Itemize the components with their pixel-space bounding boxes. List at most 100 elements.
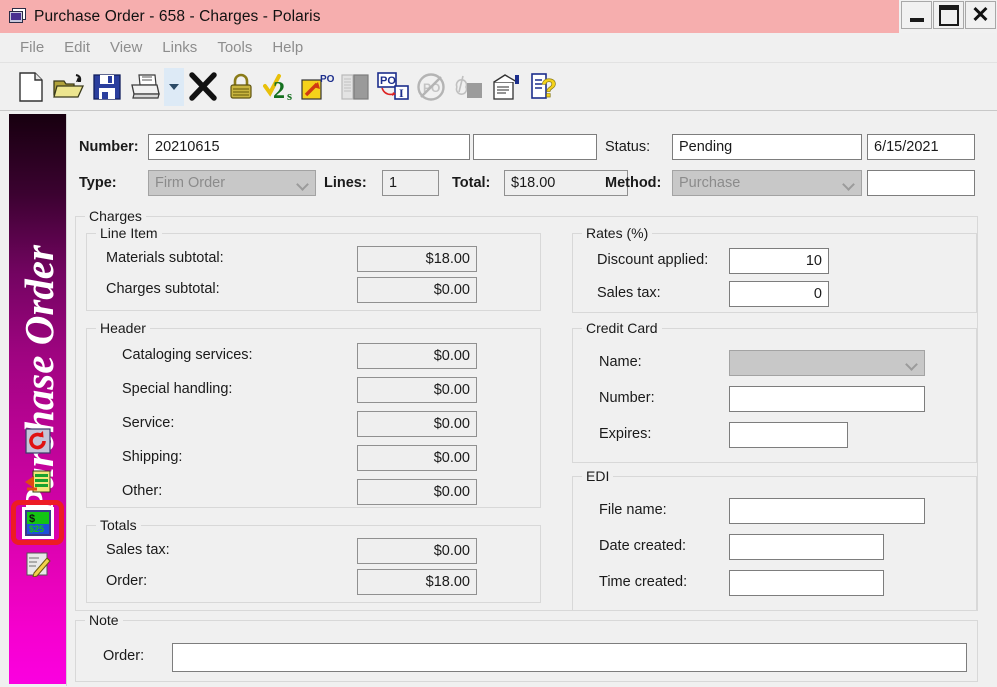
sidebar-item-charges[interactable]: $ $25 — [9, 500, 66, 545]
print-icon[interactable] — [126, 68, 164, 106]
row-edi-file-name: File name: — [599, 502, 667, 518]
menu-item-help[interactable]: Help — [262, 37, 313, 58]
number-label: Number: — [79, 139, 139, 155]
chevron-down-icon — [844, 180, 853, 186]
credit-card-name-dropdown[interactable] — [729, 350, 925, 376]
title-bar: Purchase Order - 658 - Charges - Polaris… — [0, 0, 997, 33]
properties-icon[interactable] — [488, 68, 526, 106]
materials-subtotal-label: Materials subtotal: — [106, 250, 224, 266]
totals-order-value[interactable]: $18.00 — [357, 569, 477, 595]
row-other: Other: — [122, 483, 162, 499]
date-input[interactable]: 6/15/2021 — [867, 134, 975, 160]
service-label: Service: — [122, 415, 175, 431]
svg-text:$25: $25 — [29, 524, 44, 534]
discount-applied-input[interactable]: 10 — [729, 248, 829, 274]
method-secondary-input[interactable] — [867, 170, 975, 196]
method-dropdown[interactable]: Purchase — [672, 170, 862, 196]
header-row-number: Number: 20210615 Status: Pending 6/15/20… — [67, 130, 990, 164]
note-order-input[interactable] — [172, 643, 967, 672]
note-group-title: Note — [85, 612, 123, 628]
special-handling-value[interactable]: $0.00 — [357, 377, 477, 403]
charges-subtotal-value[interactable]: $0.00 — [357, 277, 477, 303]
totals-sales-tax-value[interactable]: $0.00 — [357, 538, 477, 564]
credit-card-name-label: Name: — [599, 354, 642, 370]
rates-group-title: Rates (%) — [582, 225, 653, 241]
menu-item-tools[interactable]: Tools — [207, 37, 262, 58]
materials-subtotal-value[interactable]: $18.00 — [357, 246, 477, 272]
link-disabled-icon — [450, 68, 488, 106]
total-label: Total: — [452, 175, 491, 191]
sidebar-item-line-items[interactable] — [9, 461, 66, 502]
po-invoice-icon[interactable]: PO I — [374, 68, 412, 106]
history-icon — [24, 427, 51, 454]
row-charges-subtotal: Charges subtotal: — [106, 281, 220, 297]
method-label: Method: — [605, 175, 662, 191]
sidebar-item-notes[interactable] — [9, 543, 66, 584]
number-secondary-input[interactable] — [473, 134, 597, 160]
shipping-value[interactable]: $0.00 — [357, 445, 477, 471]
send-po-icon[interactable]: PO — [298, 68, 336, 106]
edi-file-name-label: File name: — [599, 502, 667, 518]
credit-card-expires-input[interactable] — [729, 422, 848, 448]
svg-text:PO: PO — [380, 75, 396, 87]
menu-item-view[interactable]: View — [100, 37, 152, 58]
purchase-order-window-icon — [9, 7, 29, 26]
menu-item-links[interactable]: Links — [152, 37, 207, 58]
number-input[interactable]: 20210615 — [148, 134, 470, 160]
close-button[interactable]: ✕ — [965, 1, 996, 29]
sidebar-item-history[interactable] — [9, 420, 66, 461]
cataloging-services-value[interactable]: $0.00 — [357, 343, 477, 369]
edi-group: EDI File name: Date created: Time create… — [572, 468, 977, 611]
type-dropdown[interactable]: Firm Order — [148, 170, 316, 196]
sidebar-icon-list: $ $25 — [9, 420, 66, 584]
row-edi-time-created: Time created: — [599, 574, 687, 590]
credit-card-group-title: Credit Card — [582, 320, 662, 336]
status-input[interactable]: Pending — [672, 134, 862, 160]
shipping-label: Shipping: — [122, 449, 183, 465]
cancel-po-disabled-icon: PO — [412, 68, 450, 106]
row-materials-subtotal: Materials subtotal: — [106, 250, 224, 266]
content-area: Number: 20210615 Status: Pending 6/15/20… — [66, 114, 989, 686]
notes-icon — [25, 551, 51, 578]
menu-item-file[interactable]: File — [10, 37, 54, 58]
service-value[interactable]: $0.00 — [357, 411, 477, 437]
new-icon[interactable] — [12, 68, 50, 106]
chevron-down-icon — [298, 180, 307, 186]
maximize-button[interactable] — [933, 1, 964, 29]
row-totals-order: Order: — [106, 573, 147, 589]
credit-card-number-input[interactable] — [729, 386, 925, 412]
print-dropdown-caret-icon[interactable] — [164, 67, 184, 106]
edi-group-title: EDI — [582, 468, 614, 484]
edi-file-name-input[interactable] — [729, 498, 925, 524]
lock-icon[interactable] — [222, 68, 260, 106]
row-totals-sales-tax: Sales tax: — [106, 542, 170, 558]
totals-order-label: Order: — [106, 573, 148, 589]
note-order-label: Order: — [103, 648, 145, 664]
help-icon[interactable]: ? — [526, 68, 564, 106]
edi-date-created-input[interactable] — [729, 534, 884, 560]
credit-card-expires-label: Expires: — [599, 426, 652, 442]
lines-label: Lines: — [324, 175, 367, 191]
open-folder-icon[interactable] — [50, 68, 88, 106]
lines-input[interactable]: 1 — [382, 170, 439, 196]
rates-sales-tax-input[interactable]: 0 — [729, 281, 829, 307]
minimize-button[interactable] — [901, 1, 932, 29]
other-value[interactable]: $0.00 — [357, 479, 477, 505]
menu-item-edit[interactable]: Edit — [54, 37, 100, 58]
purchase-order-window: Purchase Order - 658 - Charges - Polaris… — [0, 0, 997, 687]
edi-time-created-input[interactable] — [729, 570, 884, 596]
row-shipping: Shipping: — [122, 449, 182, 465]
edi-time-created-label: Time created: — [599, 574, 688, 590]
row-service: Service: — [122, 415, 174, 431]
close-icon: ✕ — [971, 2, 990, 27]
check-2s-icon[interactable]: 2 s — [260, 68, 298, 106]
type-value: Firm Order — [155, 175, 226, 191]
charges-header-group: Header Cataloging services: $0.00 Specia… — [86, 320, 541, 508]
header-row-type: Type: Firm Order Lines: 1 Total: $18.00 … — [67, 166, 990, 200]
svg-text:PO: PO — [320, 74, 334, 85]
totals-group: Totals Sales tax: $0.00 Order: $18.00 — [86, 517, 541, 603]
row-note-order: Order: — [103, 648, 144, 664]
save-icon[interactable] — [88, 68, 126, 106]
note-group: Note Order: — [75, 612, 978, 682]
delete-x-icon[interactable] — [184, 68, 222, 106]
